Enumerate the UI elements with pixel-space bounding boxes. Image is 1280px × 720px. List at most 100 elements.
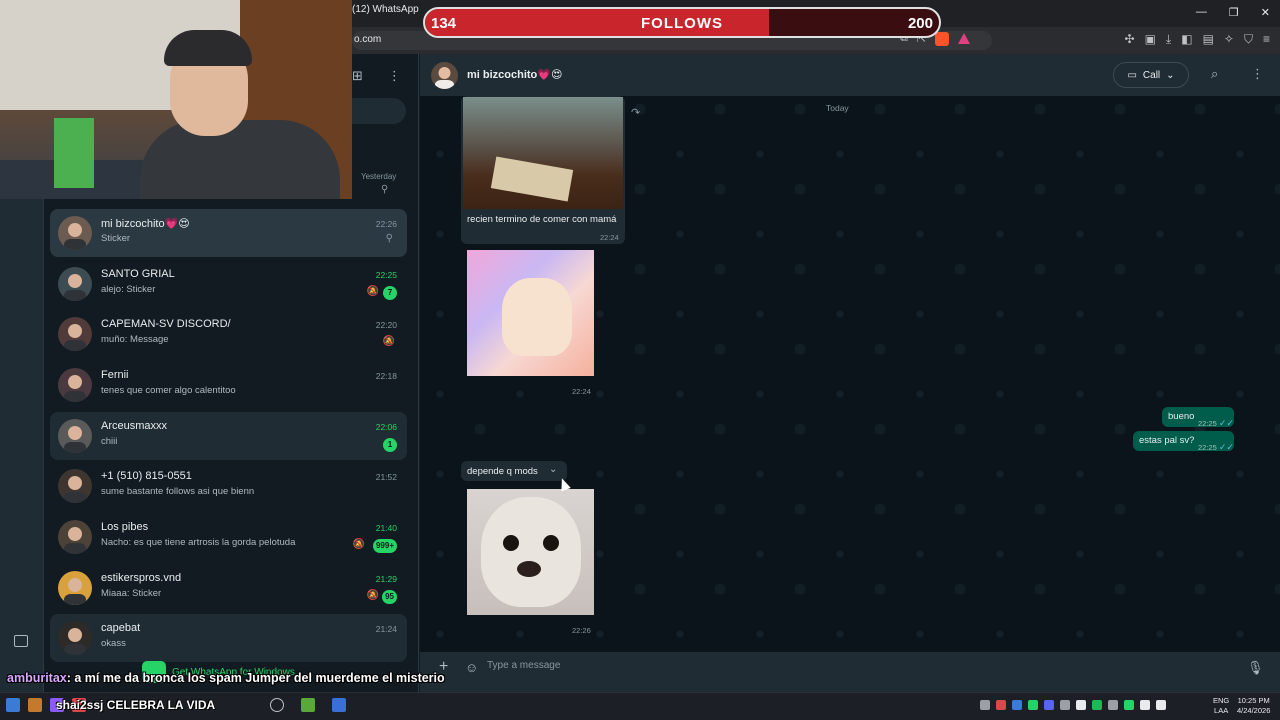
conversation-title[interactable]: mi bizcochito💗😍 (467, 68, 562, 81)
chat-list-item[interactable]: Los pibes Nacho: es que tiene artrosis la… (50, 513, 407, 561)
taskbar-apps (270, 698, 346, 712)
tray-icon[interactable] (996, 700, 1006, 710)
muted-icon: 🔕 (352, 539, 365, 550)
obs-icon[interactable] (270, 698, 284, 712)
follow-goal-target: 200 (907, 15, 933, 32)
webcam-overlay (0, 0, 352, 199)
pin-icon: ⚲ (381, 184, 389, 195)
leo-icon[interactable]: ✧ (1224, 32, 1234, 47)
chat-name: SANTO GRIAL (101, 268, 175, 280)
search-icon[interactable]: ⌕ (1211, 66, 1218, 82)
clock[interactable]: 10:25 PM 4/24/2026 (1237, 696, 1270, 716)
chat-list-item[interactable]: SANTO GRIAL alejo: Sticker 22:25 7 🔕 (50, 260, 407, 308)
browser-tab[interactable]: (12) WhatsApp (352, 4, 419, 15)
contact-avatar[interactable] (431, 62, 458, 89)
volume-icon[interactable] (1156, 700, 1166, 710)
sticker-dog (502, 278, 572, 356)
tray-icon[interactable] (1028, 700, 1038, 710)
chat-name: Los pibes (101, 521, 149, 533)
chat-preview: sume bastante follows asi que bienn (101, 486, 255, 497)
menu-icon[interactable]: ≡ (1263, 32, 1270, 47)
chat-time: 22:18 (375, 371, 397, 381)
search-input[interactable] (352, 98, 406, 124)
download-icon[interactable]: ⤓ (1166, 32, 1171, 47)
clock-time: 10:25 PM (1237, 696, 1270, 705)
message-photo[interactable] (467, 489, 594, 615)
chat-list-header-icons: ⊞ ⋮ (352, 68, 401, 84)
chat-name: mi bizcochito💗😍 (101, 218, 190, 230)
network-icon[interactable] (1140, 700, 1150, 710)
discord-icon[interactable] (1044, 700, 1054, 710)
tray-icon[interactable] (1012, 700, 1022, 710)
extension-icons: ✣ ▣ ⤓ ◧ ▤ ✧ ⛉ ≡ (1125, 32, 1271, 47)
call-button[interactable]: ▭ Call ⌄ (1113, 62, 1189, 88)
chat-time: 21:40 (375, 523, 397, 533)
chat-avatar (58, 571, 92, 605)
chat-name: +1 (510) 815-0551 (101, 470, 192, 482)
chat-time: 22:26 (375, 219, 397, 229)
app-icon[interactable] (28, 698, 42, 712)
more-options-icon[interactable]: ⋮ (1251, 66, 1264, 82)
message-menu-chevron-icon[interactable]: ⌄ (549, 464, 557, 475)
chat-list-item[interactable]: Arceusmaxxx chiii 22:06 1 (50, 412, 407, 460)
whatsapp-tray-icon[interactable] (1124, 700, 1134, 710)
new-chat-icon[interactable]: ⊞ (352, 68, 363, 84)
chat-name: Fernii (101, 369, 129, 381)
chat-avatar (58, 520, 92, 554)
sticker-icon[interactable]: ☺ (465, 660, 478, 675)
chat-list-item[interactable]: estikerspros.vnd Miaaa: Sticker 21:29 95 🔕 (50, 564, 407, 612)
chat-username: amburitax (7, 671, 67, 685)
minimize-icon[interactable]: — (1196, 6, 1207, 19)
follow-goal-bar: FOLLOWS 134 200 (423, 7, 941, 38)
pinned-chat-time: Yesterday (361, 172, 397, 181)
media-icon[interactable]: ▣ (1145, 32, 1156, 47)
puppy (481, 497, 581, 607)
time-value: 22:25 (1198, 443, 1217, 452)
follow-goal-label: FOLLOWS (641, 15, 723, 32)
sticker-image[interactable] (467, 250, 594, 376)
chat-list-item[interactable]: capebat okass 21:24 (50, 614, 407, 662)
tray-icon[interactable] (980, 700, 990, 710)
date-divider: Today (826, 103, 849, 113)
microphone-icon[interactable]: 🎙 (1247, 660, 1264, 676)
app-icon[interactable] (332, 698, 346, 712)
more-options-icon[interactable]: ⋮ (388, 68, 401, 84)
brave-rewards-icon[interactable] (958, 33, 971, 44)
close-icon[interactable]: ✕ (1261, 6, 1270, 19)
tray-icon[interactable] (1060, 700, 1070, 710)
vpn-icon[interactable]: ⛉ (1244, 32, 1253, 47)
chat-list-item[interactable]: Fernii tenes que comer algo calentitoo 22:… (50, 361, 407, 409)
start-icon[interactable] (6, 698, 20, 712)
unread-badge: 1 (383, 438, 397, 452)
chat-time: 21:29 (375, 574, 397, 584)
sidebar-icon[interactable]: ◧ (1181, 32, 1192, 47)
message-input[interactable]: Type a message (487, 660, 1207, 676)
minecraft-icon[interactable] (301, 698, 315, 712)
language-indicator[interactable]: ENG LAA (1213, 696, 1229, 716)
extensions-icon[interactable]: ✣ (1125, 32, 1135, 47)
message-text: depende q mods (467, 466, 538, 477)
chat-time: 22:25 (375, 270, 397, 280)
chat-list-item[interactable]: +1 (510) 815-0551 sume bastante follows a… (50, 462, 407, 510)
chat-time: 21:24 (375, 624, 397, 634)
message-photo[interactable] (463, 97, 623, 209)
media-gallery-icon[interactable] (14, 635, 28, 647)
tray-icon[interactable] (1076, 700, 1086, 710)
restore-icon[interactable]: ❐ (1229, 6, 1239, 19)
screen: (12) WhatsApp — ❐ ✕ o.com ⧉ ⇱ ✣ ▣ ⤓ ◧ ▤ … (0, 0, 1280, 720)
tray-icon[interactable] (1108, 700, 1118, 710)
keyboard-layout: LAA (1214, 706, 1229, 715)
chat-name: Arceusmaxxx (101, 420, 168, 432)
wallet-icon[interactable]: ▤ (1203, 32, 1214, 47)
chat-preview: Sticker (101, 233, 131, 244)
chat-avatar (58, 216, 92, 250)
chat-list-item[interactable]: CAPEMAN-SV DISCORD/muño: Message 22:20 🔕 (50, 310, 407, 358)
brave-shields-icon[interactable] (935, 32, 950, 46)
spotify-icon[interactable] (1092, 700, 1102, 710)
forward-icon[interactable]: ↷ (631, 106, 640, 119)
chat-list-item[interactable]: mi bizcochito💗😍 Sticker 22:26 ⚲ (50, 209, 407, 257)
photo-paper (490, 156, 574, 202)
chat-preview: okass (101, 638, 126, 649)
message-time: 22:26 (572, 626, 591, 635)
chat-preview: chiii (101, 436, 118, 447)
